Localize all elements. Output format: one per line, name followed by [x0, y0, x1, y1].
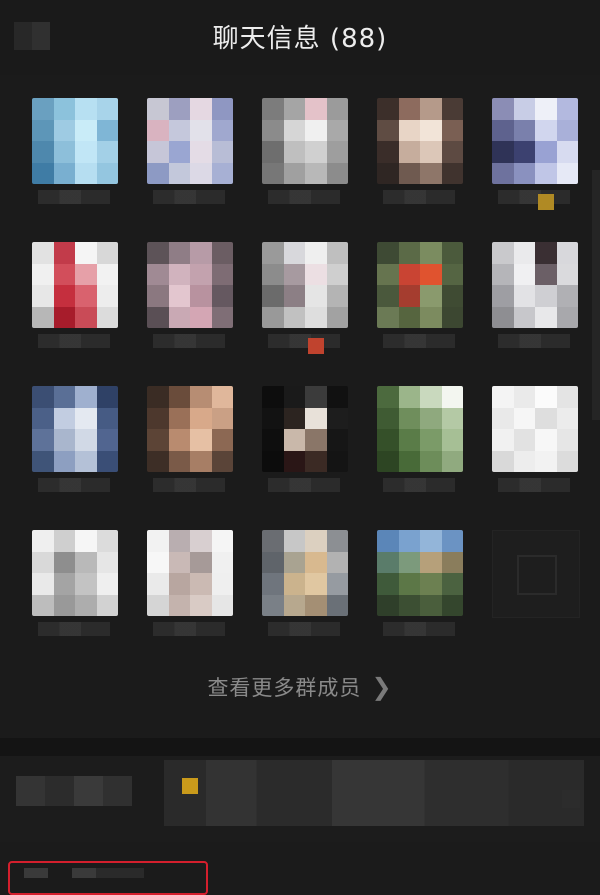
highlight-box [8, 861, 208, 895]
member-item[interactable] [488, 92, 581, 210]
add-member-button[interactable] [488, 524, 581, 634]
member-grid [28, 92, 580, 636]
member-name-blurred [383, 622, 455, 636]
member-name-blurred [268, 190, 340, 204]
member-item[interactable] [28, 524, 121, 636]
more-members-label: 查看更多群成员 [207, 676, 362, 700]
member-item[interactable] [373, 92, 466, 204]
member-avatar [262, 98, 348, 184]
member-name-blurred [498, 478, 570, 492]
member-name-blurred [153, 622, 225, 636]
member-avatar [32, 386, 118, 472]
member-item[interactable] [488, 380, 581, 492]
member-avatar [147, 386, 233, 472]
member-avatar [262, 386, 348, 472]
member-avatar [262, 242, 348, 328]
add-member-icon [492, 530, 580, 618]
member-avatar [377, 242, 463, 328]
more-members-link[interactable]: 查看更多群成员 ❯ [0, 672, 600, 702]
settings-row-label-blurred [16, 776, 132, 806]
page-title: 聊天信息 (88) [212, 24, 388, 54]
member-name-blurred [153, 190, 225, 204]
member-name-blurred [383, 190, 455, 204]
chevron-right-icon: ❯ [371, 673, 393, 701]
member-item[interactable] [258, 380, 351, 492]
member-name-blurred [38, 478, 110, 492]
member-avatar [377, 386, 463, 472]
member-item[interactable] [373, 380, 466, 492]
member-avatar [147, 530, 233, 616]
member-name-blurred [153, 334, 225, 348]
member-name-blurred [38, 622, 110, 636]
member-name-blurred [268, 334, 340, 348]
status-dot [182, 778, 198, 794]
member-name-blurred [38, 190, 110, 204]
nav-bar: 聊天信息 (88) [0, 0, 600, 75]
member-item[interactable] [373, 236, 466, 348]
member-avatar [32, 98, 118, 184]
member-item[interactable] [28, 92, 121, 204]
member-avatar [32, 242, 118, 328]
member-badge [308, 338, 324, 354]
member-name-blurred [38, 334, 110, 348]
member-avatar [492, 386, 578, 472]
member-avatar [262, 530, 348, 616]
member-item[interactable] [258, 524, 351, 636]
member-item[interactable] [143, 92, 236, 204]
member-avatar [492, 242, 578, 328]
member-avatar [147, 98, 233, 184]
member-item[interactable] [28, 236, 121, 348]
member-avatar [32, 530, 118, 616]
member-avatar [147, 242, 233, 328]
member-item[interactable] [143, 236, 236, 348]
section-divider [0, 738, 600, 756]
member-badge [538, 194, 554, 210]
member-item[interactable] [258, 236, 351, 354]
member-avatar [377, 530, 463, 616]
member-name-blurred [498, 334, 570, 348]
member-name-blurred [498, 190, 570, 204]
member-name-blurred [268, 478, 340, 492]
settings-row-value-blurred [164, 760, 584, 826]
member-item[interactable] [258, 92, 351, 204]
member-item[interactable] [488, 236, 581, 348]
member-item[interactable] [28, 380, 121, 492]
member-item[interactable] [143, 380, 236, 492]
member-item[interactable] [373, 524, 466, 636]
chevron-right-icon [562, 790, 580, 808]
member-name-blurred [383, 334, 455, 348]
member-item[interactable] [143, 524, 236, 636]
member-name-blurred [383, 478, 455, 492]
scrollbar[interactable] [592, 170, 600, 420]
member-name-blurred [268, 622, 340, 636]
member-avatar [377, 98, 463, 184]
member-avatar [492, 98, 578, 184]
member-name-blurred [153, 478, 225, 492]
